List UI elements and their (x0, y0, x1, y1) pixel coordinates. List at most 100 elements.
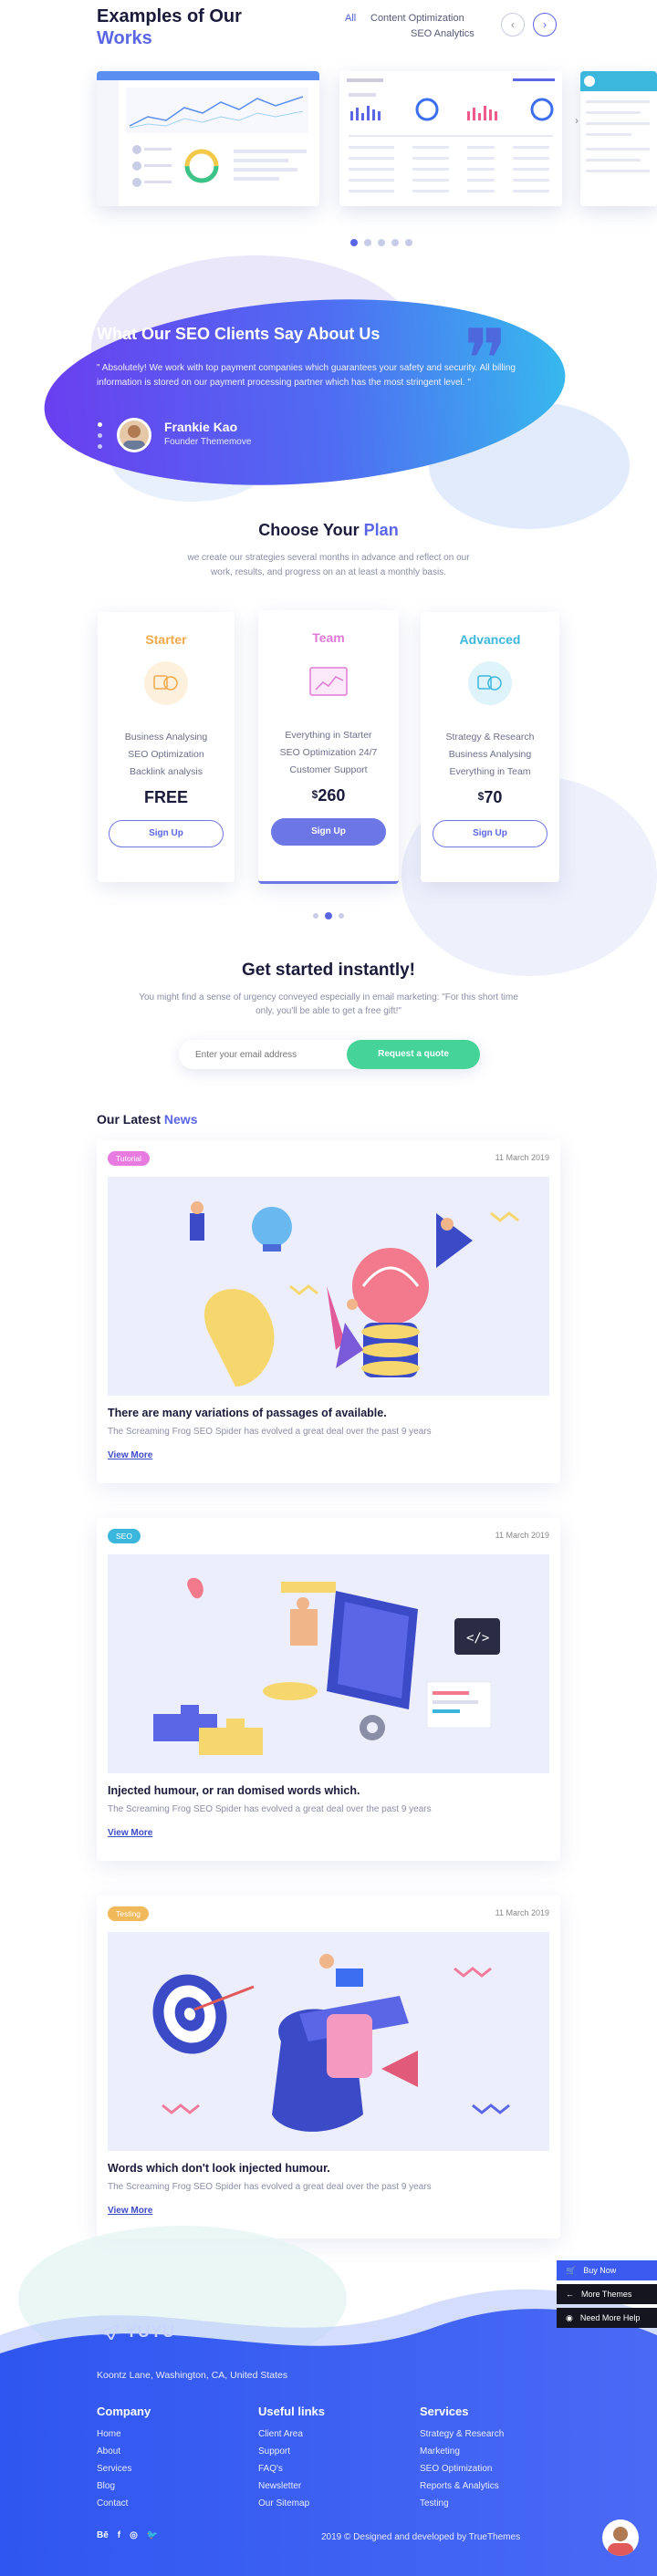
testimonial-quote: " Absolutely! We work with top payment c… (97, 363, 516, 388)
plans-title: Choose Your Plan (258, 521, 399, 539)
plan-features: Everything in Starter SEO Optimization 2… (279, 730, 378, 775)
work-screenshot-dashboard[interactable] (97, 71, 319, 206)
view-more-link[interactable]: View More (108, 1828, 152, 1838)
plans-dot-3[interactable] (339, 913, 344, 919)
news-tag[interactable]: Testing (108, 1906, 149, 1921)
sign-up-button-advanced[interactable]: Sign Up (433, 820, 548, 847)
plan-price: $260 (311, 786, 346, 805)
footer-logo[interactable]: YUYU (97, 2322, 175, 2342)
footer-link[interactable]: Testing (420, 2495, 504, 2512)
footer-link[interactable]: SEO Optimization (420, 2460, 504, 2477)
news-excerpt: The Screaming Frog SEO Spider has evolve… (108, 2182, 432, 2192)
testimonial-role: Founder Thememove (164, 437, 252, 447)
view-more-link[interactable]: View More (108, 2206, 152, 2216)
team-plan-icon (307, 660, 350, 703)
plan-card-starter: Starter Business Analysing SEO Optimizat… (98, 612, 235, 882)
chat-avatar[interactable] (602, 2519, 639, 2556)
footer-col-title: Services (420, 2405, 469, 2418)
plans-dot-1[interactable] (313, 913, 318, 919)
footer-link[interactable]: Contact (97, 2495, 151, 2512)
advanced-plan-icon (468, 661, 512, 705)
cta-title: Get started instantly! (241, 961, 416, 980)
footer-link[interactable]: Blog (97, 2477, 151, 2495)
news-headline[interactable]: There are many variations of passages of… (108, 1407, 387, 1419)
plan-features: Business Analysing SEO Optimization Back… (124, 732, 208, 777)
instagram-icon[interactable]: ◎ (130, 2530, 138, 2540)
news-tag[interactable]: Tutorial (108, 1151, 151, 1166)
news-card-2[interactable]: SEO 11 March 2019 </> Injected humour, o… (97, 1518, 560, 1861)
footer-link[interactable]: Newsletter (258, 2477, 325, 2495)
filter-all[interactable]: All (345, 13, 356, 24)
testimonial-name: Frankie Kao (164, 420, 238, 434)
footer-col-title: Company (97, 2405, 151, 2418)
paper-plane-icon (97, 2324, 119, 2340)
chevron-left-icon: ‹ (511, 18, 515, 31)
footer-address: Koontz Lane, Washington, CA, United Stat… (97, 2370, 288, 2381)
works-dot-4[interactable] (391, 239, 399, 246)
footer-link[interactable]: Home (97, 2425, 151, 2443)
svg-text:</>: </> (466, 1631, 489, 1646)
news-date: 11 March 2019 (495, 1908, 549, 1917)
starter-plan-icon (144, 661, 188, 705)
users-thumbnail (580, 71, 657, 172)
facebook-icon[interactable]: f (118, 2530, 120, 2540)
cta-text: You might find a sense of urgency convey… (139, 992, 518, 1016)
more-themes-button[interactable]: ← More Themes (557, 2284, 657, 2304)
footer-link[interactable]: FAQ's (258, 2460, 325, 2477)
news-card-1[interactable]: Tutorial 11 March 2019 There are many va… (97, 1140, 560, 1483)
news-headline[interactable]: Injected humour, or ran domised words wh… (108, 1784, 360, 1797)
carousel-chevron-icon[interactable]: › (575, 114, 579, 127)
works-dot-5[interactable] (405, 239, 412, 246)
next-arrow-button[interactable]: › (533, 13, 557, 36)
plan-card-team: Team Everything in Starter SEO Optimizat… (258, 610, 399, 884)
work-screenshot-analytics[interactable] (339, 71, 562, 206)
testimonial-dot-3[interactable] (98, 444, 102, 449)
footer-link[interactable]: Strategy & Research (420, 2425, 504, 2443)
news-date: 11 March 2019 (495, 1531, 549, 1540)
works-title: Examples of Our Works (97, 6, 242, 48)
testimonial-dot-2[interactable] (98, 433, 102, 438)
need-more-help-button[interactable]: ◉ Need More Help (557, 2308, 657, 2328)
filter-content-optimization[interactable]: Content Optimization (370, 13, 464, 24)
footer-link[interactable]: Services (97, 2460, 151, 2477)
analytics-thumbnail (347, 78, 555, 192)
news-title: Our Latest News (97, 1112, 198, 1127)
email-input[interactable] (195, 1045, 350, 1064)
works-dot-1[interactable] (350, 239, 358, 246)
footer-col-services: Services Strategy & Research Marketing S… (420, 2405, 504, 2512)
works-dot-3[interactable] (378, 239, 385, 246)
twitter-icon[interactable]: 🐦 (147, 2530, 158, 2540)
plan-price: FREE (143, 788, 188, 806)
request-quote-button[interactable]: Request a quote (347, 1040, 480, 1069)
news-image-1 (108, 1177, 549, 1396)
plan-card-advanced: Advanced Strategy & Research Business An… (421, 612, 559, 882)
footer-link[interactable]: Our Sitemap (258, 2495, 325, 2512)
news-headline[interactable]: Words which don't look injected humour. (108, 2162, 330, 2175)
plans-dot-2[interactable] (325, 912, 332, 919)
news-tag[interactable]: SEO (108, 1529, 141, 1543)
cta-form: Request a quote (179, 1040, 480, 1069)
footer-link[interactable]: Client Area (258, 2425, 325, 2443)
news-image-2: </> (108, 1554, 549, 1773)
news-card-3[interactable]: Testing 11 March 2019 Words which don't … (97, 1896, 560, 2238)
view-more-link[interactable]: View More (108, 1450, 152, 1460)
footer-link[interactable]: Marketing (420, 2443, 504, 2460)
behance-icon[interactable]: Bē (97, 2530, 109, 2540)
sign-up-button-team[interactable]: Sign Up (271, 818, 386, 846)
footer-link[interactable]: About (97, 2443, 151, 2460)
filter-seo-analytics[interactable]: SEO Analytics (411, 28, 474, 39)
news-excerpt: The Screaming Frog SEO Spider has evolve… (108, 1427, 432, 1437)
avatar (117, 418, 151, 452)
footer-link[interactable]: Reports & Analytics (420, 2477, 504, 2495)
testimonial-background (44, 255, 630, 529)
buy-now-button[interactable]: 🛒 Buy Now (557, 2260, 657, 2280)
prev-arrow-button[interactable]: ‹ (501, 13, 525, 36)
news-date: 11 March 2019 (495, 1153, 549, 1162)
testimonial-dot-1[interactable] (98, 422, 102, 427)
footer-link[interactable]: Support (258, 2443, 325, 2460)
works-dot-2[interactable] (364, 239, 371, 246)
sign-up-button-starter[interactable]: Sign Up (109, 820, 224, 847)
copyright: 2019 © Designed and developed by TrueThe… (321, 2532, 521, 2542)
work-screenshot-users[interactable] (580, 71, 657, 206)
dashboard-thumbnail (97, 71, 319, 206)
